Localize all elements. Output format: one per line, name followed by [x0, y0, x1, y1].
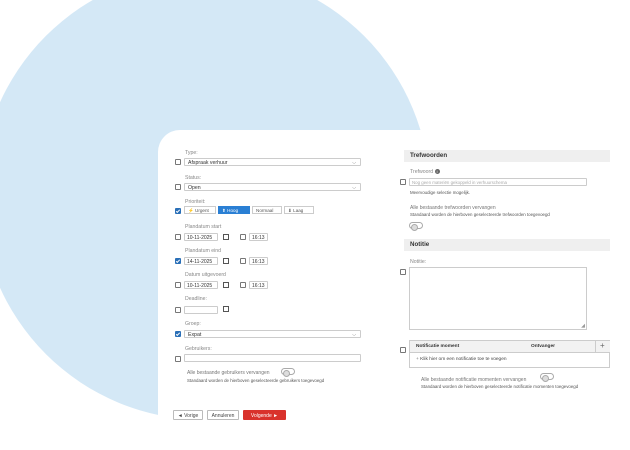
calendar-icon[interactable]: [223, 282, 229, 288]
next-button[interactable]: Volgende ►: [243, 410, 286, 420]
note-textarea[interactable]: ◢: [409, 267, 587, 330]
notifications-checkbox[interactable]: [400, 347, 406, 353]
plan-end-time-checkbox[interactable]: [240, 258, 246, 264]
plan-start-label: Plandatum start: [185, 224, 222, 230]
arrow-up-icon: ⬆: [222, 208, 226, 213]
status-label: Status:: [185, 175, 202, 181]
plan-start-time-checkbox[interactable]: [240, 234, 246, 240]
replace-keywords-hint: Standaard worden de hierboven geselectee…: [410, 212, 550, 217]
chevron-down-icon: ⌵: [352, 331, 356, 338]
note-label: Notitie:: [410, 259, 427, 265]
group-label: Groep:: [185, 321, 201, 327]
deadline-label: Deadline:: [185, 296, 207, 302]
replace-notifications-hint: Standaard worden de hierboven geselectee…: [421, 384, 579, 389]
chevron-down-icon: ⌵: [352, 159, 356, 166]
plan-start-time-input[interactable]: 16:13: [249, 233, 268, 241]
priority-checkbox[interactable]: [175, 208, 181, 214]
group-checkbox[interactable]: [175, 331, 181, 337]
priority-high-label: Hoog: [227, 208, 239, 213]
priority-normal-button[interactable]: Normaal: [252, 206, 282, 214]
keyword-label: Trefwoord i: [410, 169, 440, 175]
replace-users-label: Alle bestaande gebruikers vervangen: [187, 370, 270, 376]
priority-urgent-button[interactable]: ⚡ Urgent: [184, 206, 216, 214]
add-notification-link[interactable]: + Klik hier om een notificatie toe te vo…: [416, 357, 507, 362]
type-checkbox[interactable]: [175, 159, 181, 165]
add-icon[interactable]: +: [600, 341, 605, 350]
previous-button[interactable]: ◄ Vorige: [173, 410, 203, 420]
keyword-checkbox[interactable]: [400, 179, 406, 185]
group-select[interactable]: Expat ⌵: [184, 330, 361, 338]
priority-urgent-label: Urgent: [195, 208, 209, 213]
plan-start-checkbox[interactable]: [175, 234, 181, 240]
resize-handle-icon[interactable]: ◢: [581, 323, 585, 329]
calendar-icon[interactable]: [223, 234, 229, 240]
notifications-header: Notificatie moment Ontvanger +: [410, 341, 610, 353]
keyword-input[interactable]: Nog geen materiën gekoppeld in verhuursc…: [409, 178, 587, 186]
info-icon: i: [434, 169, 440, 174]
calendar-icon[interactable]: [223, 258, 229, 264]
replace-users-toggle[interactable]: [281, 368, 295, 377]
priority-low-label: Laag: [293, 208, 304, 213]
group-value: Expat: [188, 332, 202, 338]
priority-low-button[interactable]: ⬇ Laag: [284, 206, 314, 214]
note-section-title: Notitie: [404, 239, 610, 251]
type-select[interactable]: Afspraak verhuur ⌵: [184, 158, 361, 166]
plus-icon: +: [416, 357, 419, 362]
priority-high-button[interactable]: ⬆ Hoog: [218, 206, 250, 214]
cancel-button[interactable]: Annuleren: [207, 410, 239, 420]
priority-label: Prioriteit:: [185, 199, 206, 205]
users-label: Gebruikers:: [185, 346, 212, 352]
status-value: Open: [188, 185, 201, 191]
type-label: Type:: [185, 150, 198, 156]
deadline-checkbox[interactable]: [175, 307, 181, 313]
status-select[interactable]: Open ⌵: [184, 183, 361, 191]
plan-start-date-input[interactable]: 10-11-2025: [184, 233, 218, 241]
keyword-label-text: Trefwoord: [410, 169, 434, 175]
column-divider: [595, 341, 596, 352]
calendar-icon[interactable]: [223, 306, 229, 312]
replace-notifications-label: Alle bestaande notificatie momenten verv…: [421, 377, 527, 383]
chevron-down-icon: ⌵: [352, 184, 356, 191]
replace-notifications-toggle[interactable]: [540, 373, 554, 382]
plan-end-time-input[interactable]: 16:13: [249, 257, 268, 265]
exec-time-checkbox[interactable]: [240, 282, 246, 288]
plan-end-checkbox[interactable]: [175, 258, 181, 264]
priority-normal-label: Normaal: [256, 208, 274, 213]
exec-date-input[interactable]: 10-11-2025: [184, 281, 218, 289]
notifications-table: Notificatie moment Ontvanger + + Klik hi…: [409, 340, 610, 368]
lightning-icon: ⚡: [188, 208, 194, 213]
keyword-hint: Meervoudige selectie mogelijk.: [410, 190, 471, 195]
exec-date-label: Datum uitgevoerd: [185, 272, 226, 278]
keywords-section-title: Trefwoorden: [404, 150, 610, 162]
notification-moment-header: Notificatie moment: [416, 344, 460, 349]
users-checkbox[interactable]: [175, 356, 181, 362]
exec-time-input[interactable]: 16:13: [249, 281, 268, 289]
replace-keywords-toggle[interactable]: [409, 222, 423, 231]
arrow-down-icon: ⬇: [288, 208, 292, 213]
note-checkbox[interactable]: [400, 269, 406, 275]
replace-users-hint: Standaard worden de hierboven geselectee…: [187, 378, 325, 383]
status-checkbox[interactable]: [175, 184, 181, 190]
exec-date-checkbox[interactable]: [175, 282, 181, 288]
plan-end-label: Plandatum eind: [185, 248, 222, 254]
notification-recipient-header: Ontvanger: [531, 344, 555, 349]
add-notification-text: Klik hier om een notificatie toe te voeg…: [420, 357, 507, 362]
plan-end-date-input[interactable]: 14-11-2025: [184, 257, 218, 265]
type-value: Afspraak verhuur: [188, 160, 228, 166]
replace-keywords-label: Alle bestaande trefwoorden vervangen: [410, 205, 496, 211]
deadline-input[interactable]: [184, 306, 218, 314]
users-input[interactable]: [184, 354, 361, 362]
